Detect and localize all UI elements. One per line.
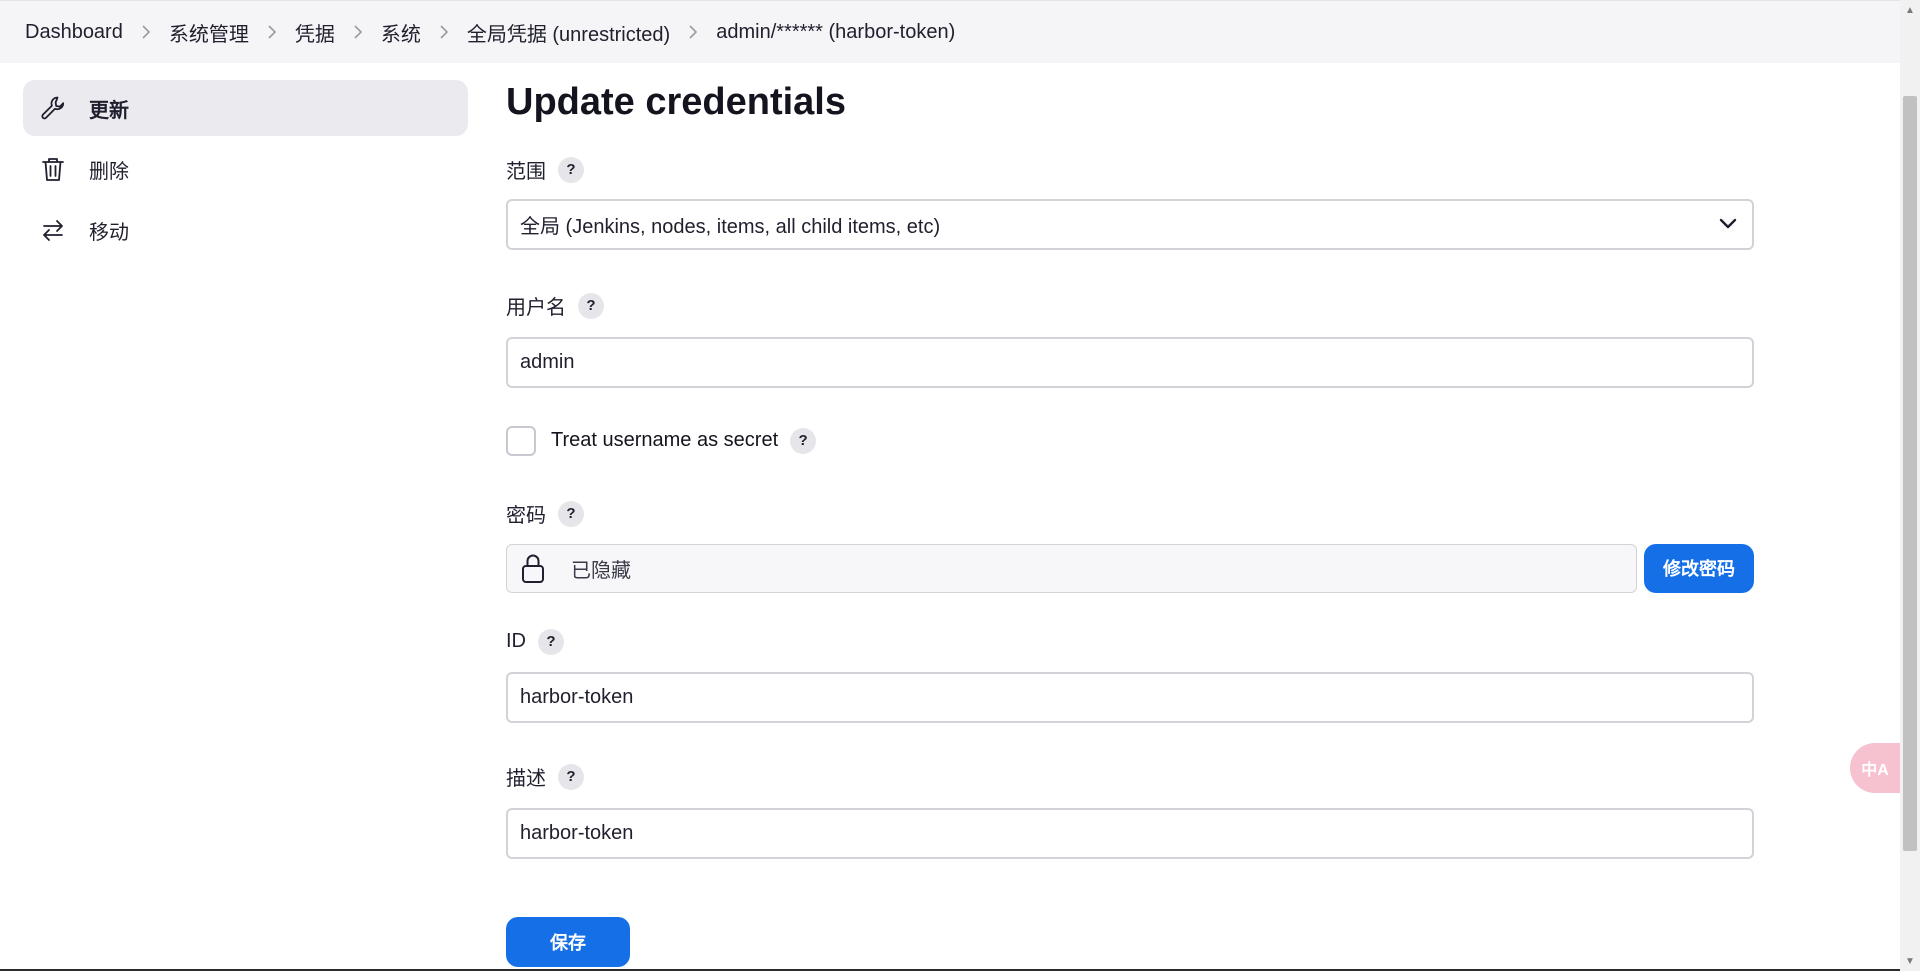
- wrench-icon: [39, 94, 67, 122]
- id-label: ID: [506, 630, 526, 653]
- translate-icon: 中A: [1861, 762, 1889, 779]
- id-value: harbor-token: [520, 685, 634, 708]
- scope-label: 范围: [506, 161, 546, 184]
- trash-icon: [39, 155, 67, 183]
- scroll-down-arrow-icon[interactable]: ▼: [1900, 951, 1920, 971]
- breadcrumb: Dashboard 系统管理 凭据 系统 全局凭据 (unrestricted)…: [0, 0, 1900, 63]
- chevron-right-icon: [335, 25, 381, 39]
- sidebar-item-delete[interactable]: 删除: [23, 141, 468, 197]
- page-title: Update credentials: [506, 81, 846, 123]
- password-field: 已隐藏: [506, 543, 1637, 593]
- change-password-button[interactable]: 修改密码: [1644, 543, 1754, 593]
- help-icon[interactable]: ?: [578, 292, 604, 319]
- chevron-down-icon: [1719, 218, 1737, 229]
- credentials-form: Update credentials 范围 ? 全局 (Jenkins, nod…: [506, 70, 1754, 967]
- breadcrumb-dashboard[interactable]: Dashboard: [25, 21, 123, 44]
- save-button[interactable]: 保存: [506, 916, 630, 967]
- sidebar-item-label: 移动: [89, 221, 129, 244]
- sidebar-item-update[interactable]: 更新: [23, 80, 468, 136]
- password-label-row: 密码 ?: [506, 499, 1754, 529]
- description-label-row: 描述 ?: [506, 762, 1754, 792]
- treat-username-secret-label: Treat username as secret: [551, 429, 779, 452]
- username-value: admin: [520, 350, 575, 373]
- scrollbar[interactable]: ▲ ▼: [1900, 0, 1920, 971]
- help-icon[interactable]: ?: [558, 156, 584, 183]
- description-label: 描述: [506, 768, 546, 791]
- sidebar-item-label: 更新: [89, 99, 129, 122]
- id-field[interactable]: harbor-token: [506, 671, 1754, 723]
- password-hidden-text: 已隐藏: [571, 559, 631, 582]
- treat-username-secret-row: Treat username as secret ?: [506, 425, 1754, 456]
- chevron-right-icon: [421, 25, 467, 39]
- scroll-up-arrow-icon[interactable]: ▲: [1900, 0, 1920, 20]
- description-field[interactable]: harbor-token: [506, 807, 1754, 859]
- translate-widget[interactable]: 中A: [1850, 743, 1900, 793]
- sidebar-item-label: 删除: [89, 160, 129, 183]
- password-label: 密码: [506, 505, 546, 528]
- breadcrumb-system-admin[interactable]: 系统管理: [169, 18, 249, 47]
- breadcrumb-credentials[interactable]: 凭据: [295, 18, 335, 47]
- chevron-right-icon: [123, 25, 169, 39]
- breadcrumb-global-credentials[interactable]: 全局凭据 (unrestricted): [467, 18, 670, 47]
- scope-label-row: 范围 ?: [506, 155, 1754, 185]
- chevron-right-icon: [249, 25, 295, 39]
- treat-username-secret-checkbox[interactable]: [506, 425, 536, 456]
- username-field[interactable]: admin: [506, 336, 1754, 388]
- chevron-right-icon: [670, 25, 716, 39]
- help-icon[interactable]: ?: [558, 763, 584, 790]
- sidebar-item-move[interactable]: 移动: [23, 202, 468, 258]
- username-label-row: 用户名 ?: [506, 291, 1754, 321]
- breadcrumb-current-credential[interactable]: admin/****** (harbor-token): [716, 21, 955, 44]
- help-icon[interactable]: ?: [538, 628, 564, 655]
- swap-arrows-icon: [39, 216, 67, 244]
- help-icon[interactable]: ?: [558, 500, 584, 527]
- scope-select[interactable]: 全局 (Jenkins, nodes, items, all child ite…: [506, 198, 1754, 250]
- username-label: 用户名: [506, 297, 566, 320]
- help-icon[interactable]: ?: [790, 427, 817, 454]
- scope-select-value: 全局 (Jenkins, nodes, items, all child ite…: [520, 215, 941, 238]
- description-value: harbor-token: [520, 821, 634, 844]
- password-row: 已隐藏 修改密码: [506, 543, 1754, 593]
- lock-icon: [522, 554, 544, 584]
- scrollbar-thumb[interactable]: [1903, 96, 1917, 851]
- sidebar: 更新 删除 移动: [23, 80, 468, 263]
- id-label-row: ID ?: [506, 627, 1754, 657]
- breadcrumb-system[interactable]: 系统: [381, 18, 421, 47]
